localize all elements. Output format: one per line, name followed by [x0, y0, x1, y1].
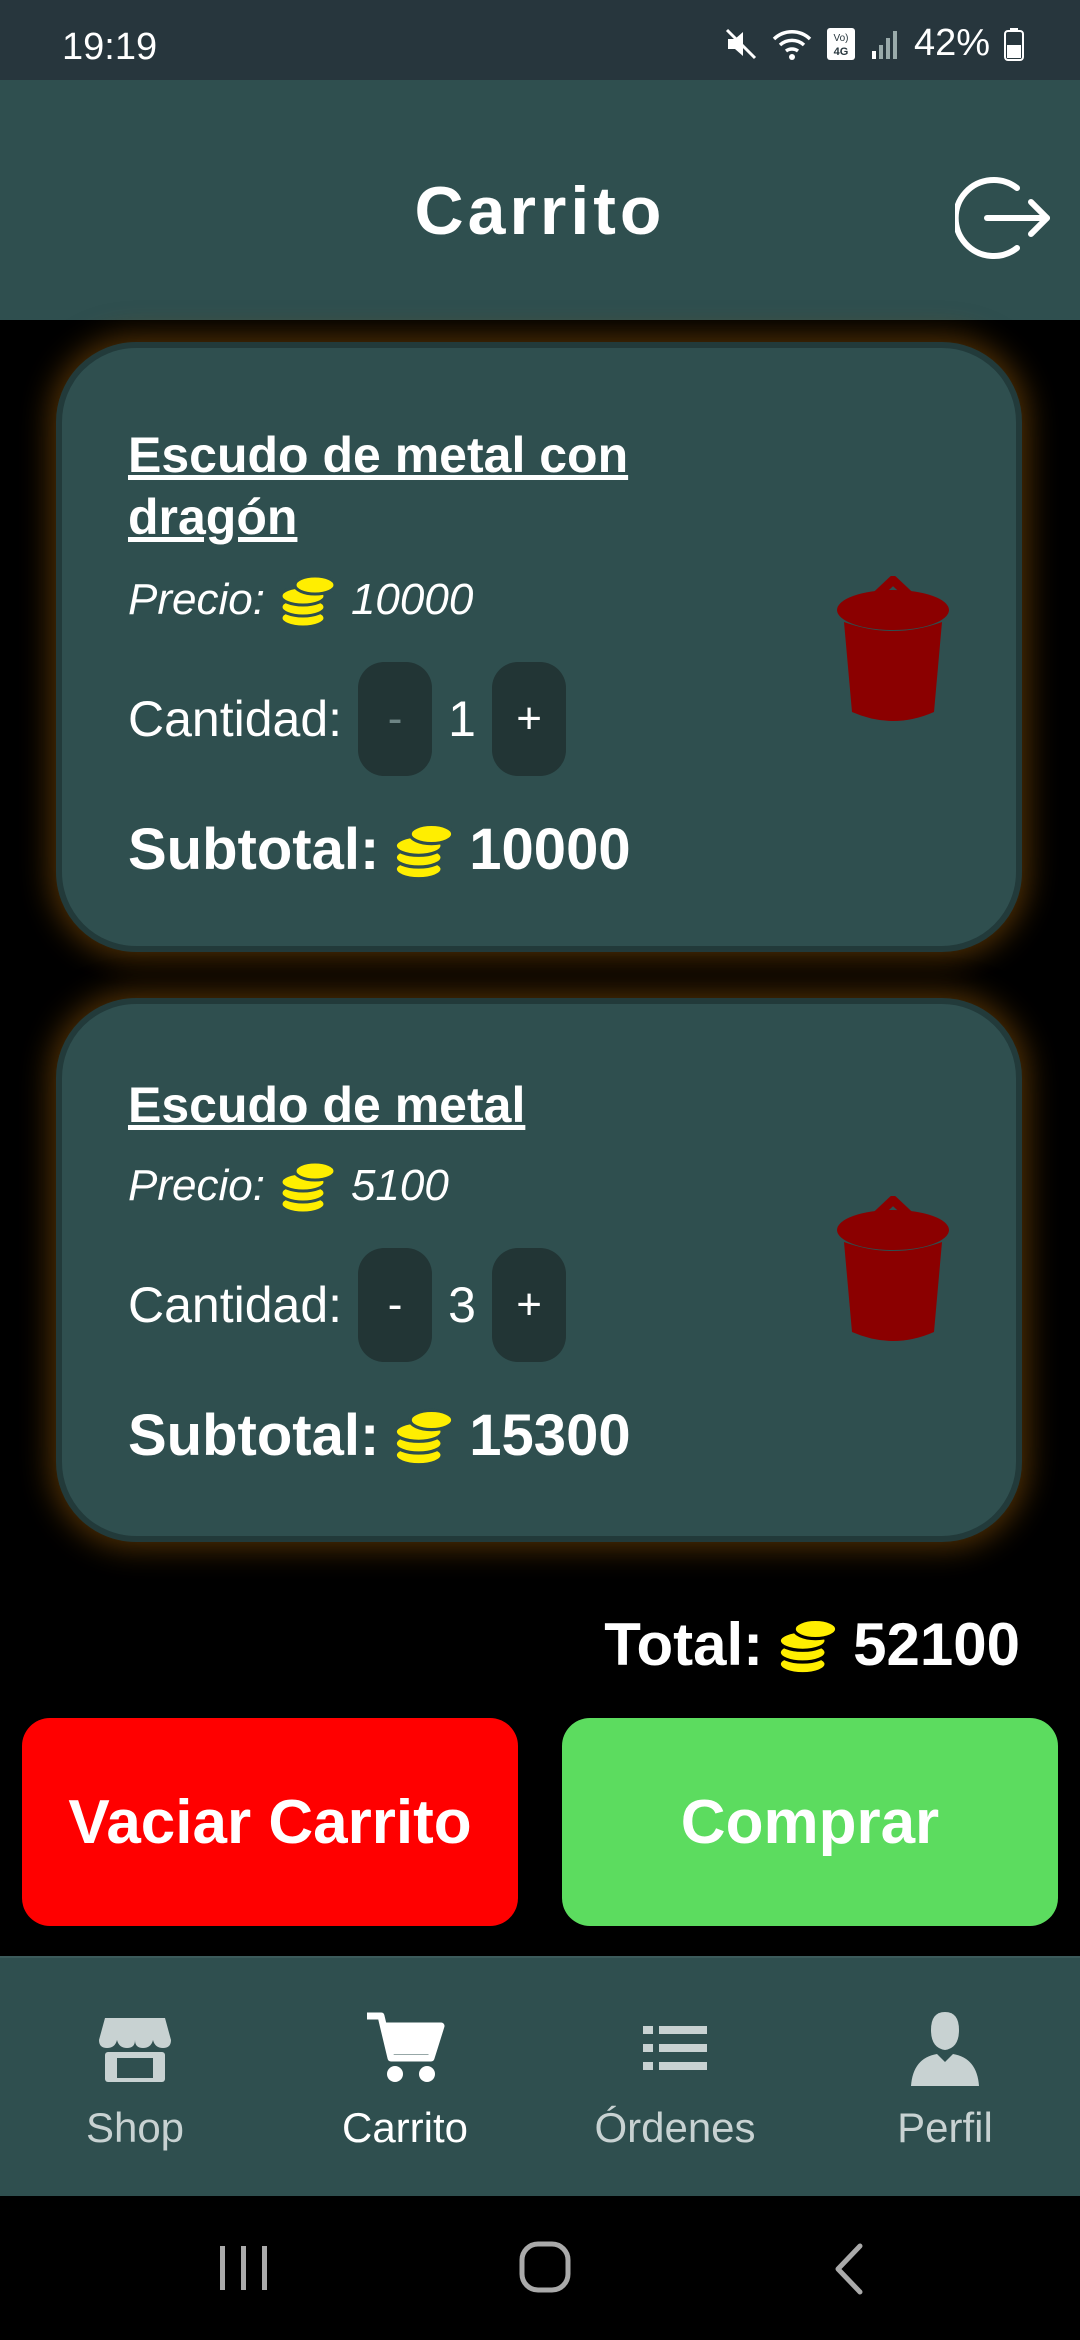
user-icon	[911, 2012, 979, 2086]
price-label: Precio:	[128, 575, 265, 624]
quantity-label: Cantidad:	[128, 691, 343, 747]
empty-cart-button[interactable]: Vaciar Carrito	[22, 1718, 518, 1926]
cart-item-card: Escudo de metal Precio: 5100 Cantidad: -…	[56, 998, 1022, 1542]
total-label: Total:	[604, 1611, 764, 1678]
bottom-nav: Shop Carrito Órdenes Perfil	[0, 1956, 1080, 2198]
item-name[interactable]: Escudo de metal	[128, 1074, 688, 1136]
coin-icon	[393, 1408, 455, 1466]
nav-item-perfil[interactable]: Perfil	[810, 1958, 1080, 2198]
nav-item-ordenes[interactable]: Órdenes	[540, 1958, 810, 2198]
nav-item-carrito[interactable]: Carrito	[270, 1958, 540, 2198]
total-value: 52100	[853, 1611, 1020, 1678]
trash-icon[interactable]	[832, 576, 954, 726]
price-label: Precio:	[128, 1161, 265, 1210]
subtotal-label: Subtotal:	[128, 817, 380, 882]
subtotal-value: 15300	[469, 1403, 631, 1468]
status-icons: Vo) 4G 42%	[724, 22, 1024, 65]
decrement-button[interactable]: -	[358, 662, 433, 776]
wifi-icon	[772, 29, 812, 60]
cart-icon	[367, 2012, 445, 2082]
decrement-button[interactable]: -	[358, 1248, 433, 1362]
increment-button[interactable]: +	[492, 1248, 567, 1362]
item-name[interactable]: Escudo de metal con dragón	[128, 424, 688, 548]
quantity-value: 3	[448, 1277, 476, 1333]
price-value: 10000	[350, 575, 474, 624]
battery-percent: 42%	[913, 22, 990, 64]
nav-label: Carrito	[341, 2104, 469, 2151]
recent-apps-icon[interactable]	[214, 2242, 274, 2294]
logout-icon[interactable]	[955, 168, 1055, 268]
page-title: Carrito	[414, 173, 666, 249]
app-header: Carrito	[0, 80, 1080, 320]
volte-icon: Vo) 4G	[826, 27, 855, 60]
nav-item-shop[interactable]: Shop	[0, 1958, 270, 2198]
cart-total: Total: 52100	[604, 1610, 1020, 1679]
store-icon	[99, 2018, 171, 2082]
quantity-stepper: Cantidad: - 3 +	[128, 1248, 567, 1362]
battery-icon	[1004, 27, 1024, 61]
price-value: 5100	[350, 1161, 449, 1210]
back-icon[interactable]	[828, 2242, 868, 2296]
list-icon	[643, 2026, 707, 2070]
signal-icon	[871, 30, 897, 59]
coin-icon	[279, 574, 337, 629]
price-row: Precio: 10000	[128, 570, 473, 630]
increment-button[interactable]: +	[492, 662, 567, 776]
home-icon[interactable]	[518, 2240, 572, 2294]
subtotal-row: Subtotal: 15300	[128, 1402, 631, 1469]
subtotal-row: Subtotal: 10000	[128, 816, 631, 883]
svg-text:Vo): Vo)	[833, 33, 848, 44]
quantity-label: Cantidad:	[128, 1277, 343, 1333]
coin-icon	[279, 1160, 337, 1215]
coin-icon	[393, 822, 455, 880]
nav-label: Perfil	[897, 2104, 993, 2151]
quantity-value: 1	[448, 691, 476, 747]
subtotal-value: 10000	[469, 817, 631, 882]
status-time: 19:19	[62, 26, 158, 68]
nav-label: Shop	[85, 2104, 185, 2151]
quantity-stepper: Cantidad: - 1 +	[128, 662, 567, 776]
system-nav-bar	[0, 2196, 1080, 2340]
status-bar: 19:19 Vo) 4G 42%	[0, 0, 1080, 80]
cart-item-card: Escudo de metal con dragón Precio: 10000…	[56, 342, 1022, 952]
buy-button[interactable]: Comprar	[562, 1718, 1058, 1926]
nav-label: Órdenes	[594, 2104, 756, 2151]
trash-icon[interactable]	[832, 1196, 954, 1346]
svg-text:4G: 4G	[834, 46, 849, 58]
mute-icon	[725, 28, 756, 59]
price-row: Precio: 5100	[128, 1156, 449, 1216]
coin-icon	[777, 1617, 839, 1675]
subtotal-label: Subtotal:	[128, 1403, 380, 1468]
